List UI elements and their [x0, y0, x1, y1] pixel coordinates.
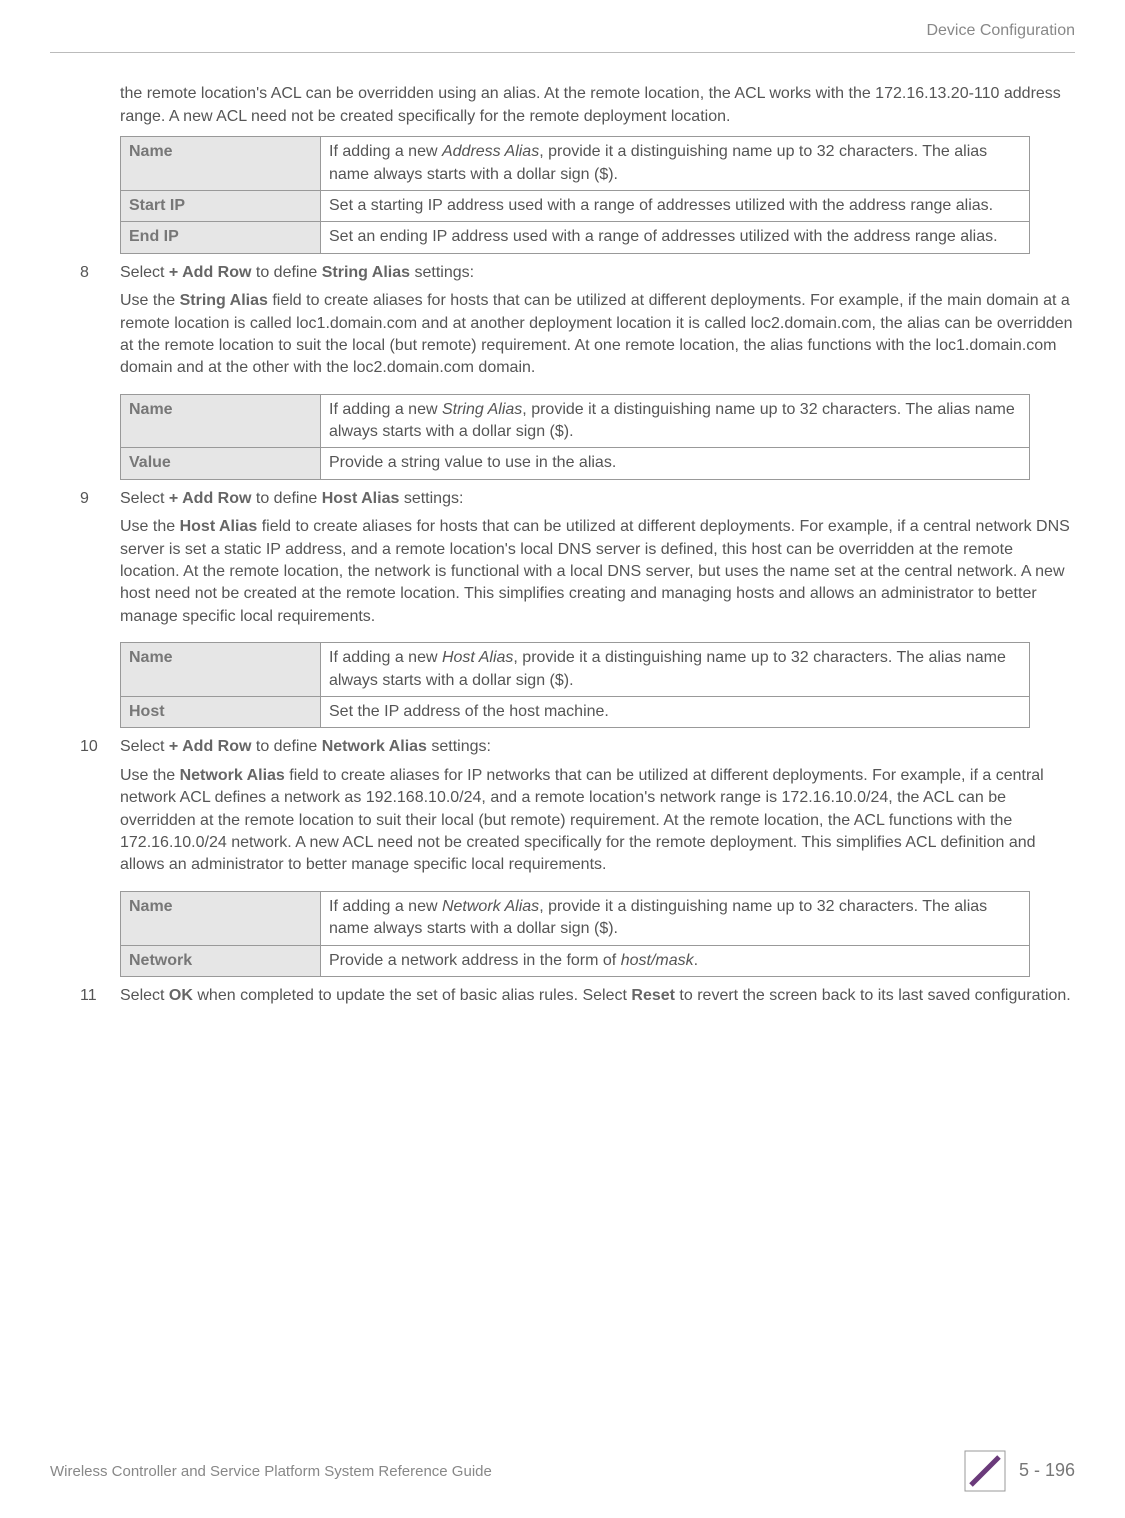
- table-row: Name If adding a new Address Alias, prov…: [121, 137, 1030, 191]
- row-label: Network: [121, 945, 321, 976]
- step-number: 8: [50, 262, 120, 386]
- step-number: 10: [50, 736, 120, 882]
- row-label: Start IP: [121, 190, 321, 221]
- table-row: End IP Set an ending IP address used wit…: [121, 222, 1030, 253]
- slash-icon: [963, 1449, 1007, 1493]
- header-divider: [50, 52, 1075, 53]
- row-desc: Set an ending IP address used with a ran…: [321, 222, 1030, 253]
- row-label: Name: [121, 137, 321, 191]
- table-row: Name If adding a new Host Alias, provide…: [121, 643, 1030, 697]
- row-label: Name: [121, 394, 321, 448]
- step-body: Select + Add Row to define Host Alias se…: [120, 488, 1075, 634]
- row-desc: If adding a new String Alias, provide it…: [321, 394, 1030, 448]
- table-row: Network Provide a network address in the…: [121, 945, 1030, 976]
- table-row: Name If adding a new Network Alias, prov…: [121, 891, 1030, 945]
- row-label: Name: [121, 891, 321, 945]
- page-footer: Wireless Controller and Service Platform…: [50, 1449, 1075, 1493]
- row-desc: Set the IP address of the host machine.: [321, 696, 1030, 727]
- table-row: Value Provide a string value to use in t…: [121, 448, 1030, 479]
- row-desc: If adding a new Network Alias, provide i…: [321, 891, 1030, 945]
- address-alias-table: Name If adding a new Address Alias, prov…: [120, 136, 1030, 254]
- row-label: Value: [121, 448, 321, 479]
- table-row: Name If adding a new String Alias, provi…: [121, 394, 1030, 448]
- step-body: Select + Add Row to define String Alias …: [120, 262, 1075, 386]
- host-alias-table: Name If adding a new Host Alias, provide…: [120, 642, 1030, 728]
- step-9: 9 Select + Add Row to define Host Alias …: [50, 488, 1075, 634]
- step-number: 11: [50, 985, 120, 1013]
- string-alias-table: Name If adding a new String Alias, provi…: [120, 394, 1030, 480]
- step-number: 9: [50, 488, 120, 634]
- page-header-section: Device Configuration: [50, 20, 1075, 42]
- row-desc: If adding a new Host Alias, provide it a…: [321, 643, 1030, 697]
- table-row: Start IP Set a starting IP address used …: [121, 190, 1030, 221]
- row-desc: If adding a new Address Alias, provide i…: [321, 137, 1030, 191]
- row-label: Host: [121, 696, 321, 727]
- step-11: 11 Select OK when completed to update th…: [50, 985, 1075, 1013]
- page-number: 5 - 196: [1019, 1458, 1075, 1483]
- step-body: Select OK when completed to update the s…: [120, 985, 1075, 1013]
- table-row: Host Set the IP address of the host mach…: [121, 696, 1030, 727]
- row-desc: Provide a network address in the form of…: [321, 945, 1030, 976]
- network-alias-table: Name If adding a new Network Alias, prov…: [120, 891, 1030, 977]
- footer-guide-title: Wireless Controller and Service Platform…: [50, 1461, 492, 1482]
- footer-right: 5 - 196: [963, 1449, 1075, 1493]
- row-label: End IP: [121, 222, 321, 253]
- row-label: Name: [121, 643, 321, 697]
- step-10: 10 Select + Add Row to define Network Al…: [50, 736, 1075, 882]
- step-body: Select + Add Row to define Network Alias…: [120, 736, 1075, 882]
- step-8: 8 Select + Add Row to define String Alia…: [50, 262, 1075, 386]
- intro-paragraph: the remote location's ACL can be overrid…: [120, 83, 1075, 128]
- row-desc: Set a starting IP address used with a ra…: [321, 190, 1030, 221]
- row-desc: Provide a string value to use in the ali…: [321, 448, 1030, 479]
